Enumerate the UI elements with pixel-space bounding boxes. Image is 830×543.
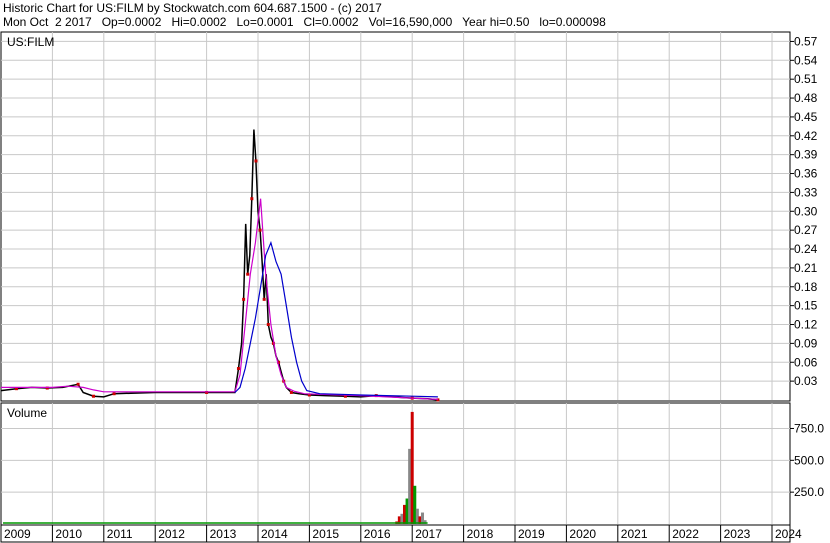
- price-tick-label: 0.30: [794, 204, 818, 218]
- price-tick-label: 0.24: [794, 242, 818, 256]
- price-tick-label: 0.03: [794, 374, 818, 388]
- header-quote-line: Mon Oct 2 2017 Op=0.0002 Hi=0.0002 Lo=0.…: [3, 15, 606, 29]
- price-tick-label: 0.57: [794, 34, 818, 48]
- volume-label: Volume: [7, 406, 47, 420]
- price-marker: [289, 390, 293, 394]
- year-tick-label: 2018: [467, 527, 494, 541]
- price-marker: [236, 367, 240, 371]
- volume-bar: [402, 504, 406, 524]
- year-tick-label: 2021: [621, 527, 648, 541]
- volume-tick-label: 750.0: [794, 421, 824, 435]
- year-tick-label: 2022: [672, 527, 699, 541]
- price-marker: [76, 382, 80, 386]
- price-marker: [92, 394, 96, 398]
- year-tick-label: 2012: [158, 527, 185, 541]
- year-tick-label: 2010: [55, 527, 82, 541]
- price-marker: [246, 272, 250, 276]
- price-tick-label: 0.42: [794, 129, 818, 143]
- price-tick-label: 0.18: [794, 280, 818, 294]
- price-tick-label: 0.21: [794, 261, 818, 275]
- chart-header: Historic Chart for US:FILM by Stockwatch…: [3, 1, 606, 29]
- price-tick-label: 0.48: [794, 91, 818, 105]
- price-marker: [112, 392, 116, 396]
- volume-bar: [413, 485, 417, 524]
- volume-bar: [410, 411, 414, 524]
- price-tick-label: 0.51: [794, 72, 818, 86]
- price-marker: [262, 297, 266, 301]
- header-title: Historic Chart for US:FILM by Stockwatch…: [3, 1, 382, 15]
- year-tick-label: 2011: [107, 527, 133, 541]
- price-tick-label: 0.39: [794, 148, 818, 162]
- price-tick-label: 0.45: [794, 110, 818, 124]
- volume-panel: [0, 402, 791, 526]
- year-tick-label: 2023: [724, 527, 751, 541]
- volume-bar: [405, 498, 409, 524]
- year-tick-label: 2014: [261, 527, 288, 541]
- price-tick-label: 0.09: [794, 336, 818, 350]
- price-tick-label: 0.54: [794, 53, 818, 67]
- price-marker: [242, 297, 246, 301]
- year-tick-label: 2017: [415, 527, 442, 541]
- price-tick-label: 0.27: [794, 223, 818, 237]
- stock-chart: 2009 2010 2011 2012 2013 2014 2015 2016 2017 2018…: [0, 31, 824, 543]
- year-tick-label: 2020: [569, 527, 596, 541]
- price-tick-label: 0.06: [794, 355, 818, 369]
- price-tick-label: 0.12: [794, 318, 818, 332]
- year-tick-label: 2016: [364, 527, 391, 541]
- price-marker: [254, 159, 258, 163]
- volume-bar: [415, 508, 419, 524]
- year-tick-label: 2015: [312, 527, 339, 541]
- price-marker: [258, 228, 262, 232]
- symbol-label: US:FILM: [7, 35, 54, 49]
- year-tick-label: 2024: [775, 527, 802, 541]
- year-tick-label: 2013: [210, 527, 237, 541]
- volume-tick-label: 500.0: [794, 453, 824, 467]
- price-tick-label: 0.33: [794, 185, 818, 199]
- price-marker: [266, 323, 270, 327]
- year-tick-label: 2009: [4, 527, 31, 541]
- price-panel: [0, 31, 791, 402]
- year-tick-label: 2019: [518, 527, 545, 541]
- volume-bar: [408, 448, 412, 524]
- volume-tick-label: 250.0: [794, 485, 824, 499]
- price-marker: [250, 197, 254, 201]
- price-tick-label: 0.36: [794, 167, 818, 181]
- price-tick-label: 0.15: [794, 299, 818, 313]
